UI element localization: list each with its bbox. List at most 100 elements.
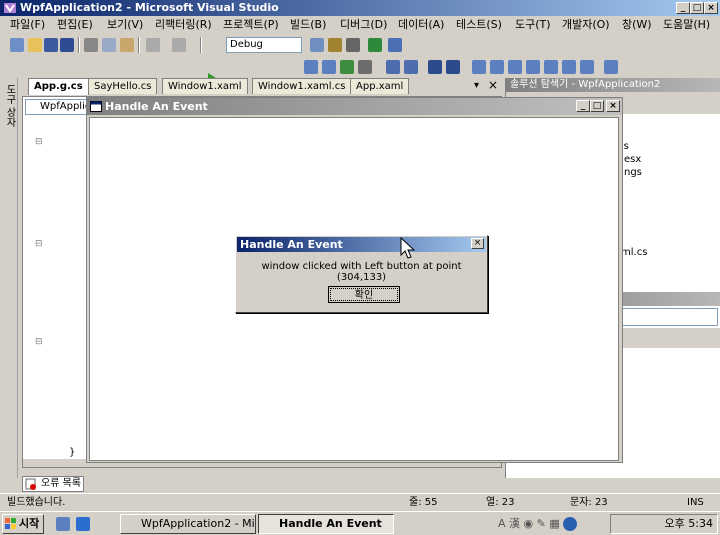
menu-build[interactable]: 빌드(B) — [290, 17, 326, 33]
wpf-minimize-button[interactable]: _ — [576, 100, 590, 112]
menu-help[interactable]: 도움말(H) — [663, 17, 710, 33]
solution-config-select[interactable]: Debug — [226, 37, 302, 53]
prev-folder-bookmark-icon[interactable] — [580, 60, 594, 74]
menu-test[interactable]: 테스트(S) — [456, 17, 502, 33]
taskbar-button-label: WpfApplication2 - Mi... — [141, 517, 256, 530]
minimize-button[interactable]: _ — [676, 2, 690, 14]
status-char: 문자: 23 — [570, 497, 608, 508]
start-page-icon[interactable] — [388, 38, 402, 52]
tab-close-icon[interactable]: × — [488, 78, 498, 92]
clock: 오후 5:34 — [664, 517, 713, 530]
increase-indent-icon[interactable] — [404, 60, 418, 74]
wpf-maximize-button[interactable]: □ — [590, 100, 604, 112]
uncomment-icon[interactable] — [446, 60, 460, 74]
prev-bookmark-icon[interactable] — [490, 60, 504, 74]
close-button[interactable]: × — [704, 2, 718, 14]
toolbox-strip[interactable] — [0, 78, 18, 478]
open-file-icon[interactable] — [28, 38, 42, 52]
status-line: 줄: 55 — [409, 497, 438, 508]
document-tabs: App.g.cs SayHello.cs Window1.xaml Window… — [22, 78, 502, 95]
wpf-window-title: Handle An Event — [105, 100, 208, 113]
decrease-indent-icon[interactable] — [386, 60, 400, 74]
wpf-close-button[interactable]: × — [606, 100, 620, 112]
system-tray: 오후 5:34 — [610, 514, 718, 534]
error-list-label: 오류 목록 — [41, 478, 81, 489]
align-icon[interactable] — [304, 60, 318, 74]
tab-dropdown-icon[interactable]: ▾ — [474, 80, 479, 91]
wpf-window-titlebar[interactable]: Handle An Event — [87, 98, 622, 115]
solution-item[interactable]: esx — [624, 154, 641, 165]
solution-item[interactable]: ml.cs — [621, 247, 647, 258]
ok-button[interactable]: 확인 — [328, 286, 400, 303]
tab-window1-xaml-cs[interactable]: Window1.xaml.cs — [252, 78, 352, 94]
bookmark-icon[interactable] — [472, 60, 486, 74]
menu-tools[interactable]: 도구(T) — [515, 17, 551, 33]
properties-object-select[interactable] — [620, 308, 718, 326]
comment-bubble-icon[interactable] — [604, 60, 618, 74]
help-icon[interactable] — [563, 517, 577, 531]
taskbar-button-visual-studio[interactable]: WpfApplication2 - Mi... — [120, 514, 256, 534]
error-list-icon — [25, 478, 36, 490]
save-icon[interactable] — [44, 38, 58, 52]
windows-logo-icon — [5, 518, 16, 529]
menu-file[interactable]: 파일(F) — [10, 17, 45, 33]
comment-icon[interactable] — [428, 60, 442, 74]
new-project-icon[interactable] — [10, 38, 24, 52]
taskbar: 시작 WpfApplication2 - Mi... Handle An Eve… — [0, 511, 720, 535]
tab-window1-xaml[interactable]: Window1.xaml — [162, 78, 248, 94]
format-icon[interactable] — [322, 60, 336, 74]
menu-refactor[interactable]: 리팩터링(R) — [155, 17, 212, 33]
start-label: 시작 — [19, 517, 40, 530]
paste-icon[interactable] — [120, 38, 134, 52]
object-browser-icon[interactable] — [368, 38, 382, 52]
quick-launch-icon[interactable] — [56, 517, 70, 531]
maximize-button[interactable]: □ — [690, 2, 704, 14]
menu-developer[interactable]: 개발자(O) — [562, 17, 610, 33]
collapse-marker-icon[interactable]: ⊟ — [35, 239, 43, 249]
status-column: 열: 23 — [486, 497, 515, 508]
message-box-titlebar[interactable]: Handle An Event — [237, 237, 486, 252]
type-dropdown[interactable]: WpfApplic — [25, 99, 87, 115]
folder-bookmark-icon[interactable] — [544, 60, 558, 74]
taskbar-button-handle-an-event[interactable]: Handle An Event — [258, 514, 394, 534]
menu-data[interactable]: 데이터(A) — [398, 17, 444, 33]
menu-view[interactable]: 보기(V) — [107, 17, 143, 33]
undo-icon[interactable] — [146, 38, 160, 52]
title-bar: WpfApplication2 - Microsoft Visual Studi… — [0, 0, 720, 16]
collapse-marker-icon[interactable]: ⊟ — [35, 137, 43, 147]
next-bookmark-icon[interactable] — [508, 60, 522, 74]
toolbox-icon[interactable] — [346, 38, 360, 52]
layout-toolbar — [300, 56, 720, 78]
save-all-icon[interactable] — [60, 38, 74, 52]
tab-app-g-cs[interactable]: App.g.cs — [28, 78, 89, 95]
window-icon — [90, 101, 102, 112]
copy-icon[interactable] — [102, 38, 116, 52]
internet-explorer-icon[interactable] — [76, 517, 90, 531]
message-box-text: window clicked with Left button at point… — [261, 261, 462, 283]
standard-toolbar: Debug — [0, 34, 720, 83]
tab-sayhello-cs[interactable]: SayHello.cs — [88, 78, 158, 94]
message-box: Handle An Event × window clicked with Le… — [235, 235, 488, 313]
tab-app-xaml[interactable]: App.xaml — [350, 78, 410, 94]
properties-icon[interactable] — [328, 38, 342, 52]
indent-icon[interactable] — [340, 60, 354, 74]
solution-explorer-title: 솔루션 탐색기 - WpfApplication2 — [506, 78, 720, 92]
menu-edit[interactable]: 편집(E) — [57, 17, 93, 33]
menu-bar: 파일(F) 편집(E) 보기(V) 리팩터링(R) 프로젝트(P) 빌드(B) … — [0, 16, 720, 34]
message-box-close-button[interactable]: × — [471, 238, 484, 249]
status-bar: 빌드했습니다. 줄: 55 열: 23 문자: 23 INS — [0, 493, 720, 511]
font-icon[interactable] — [358, 60, 372, 74]
cut-icon[interactable] — [84, 38, 98, 52]
menu-project[interactable]: 프로젝트(P) — [223, 17, 279, 33]
menu-debug[interactable]: 디버그(D) — [340, 17, 387, 33]
redo-icon[interactable] — [172, 38, 186, 52]
find-in-files-icon[interactable] — [310, 38, 324, 52]
solution-item[interactable]: ngs — [624, 167, 642, 178]
toolbox-label[interactable]: 도구 상자 — [3, 84, 15, 127]
status-message: 빌드했습니다. — [7, 497, 66, 508]
visual-studio-icon — [4, 3, 16, 13]
clear-bookmark-icon[interactable] — [526, 60, 540, 74]
next-folder-bookmark-icon[interactable] — [562, 60, 576, 74]
menu-window[interactable]: 창(W) — [622, 17, 652, 33]
collapse-marker-icon[interactable]: ⊟ — [35, 337, 43, 347]
